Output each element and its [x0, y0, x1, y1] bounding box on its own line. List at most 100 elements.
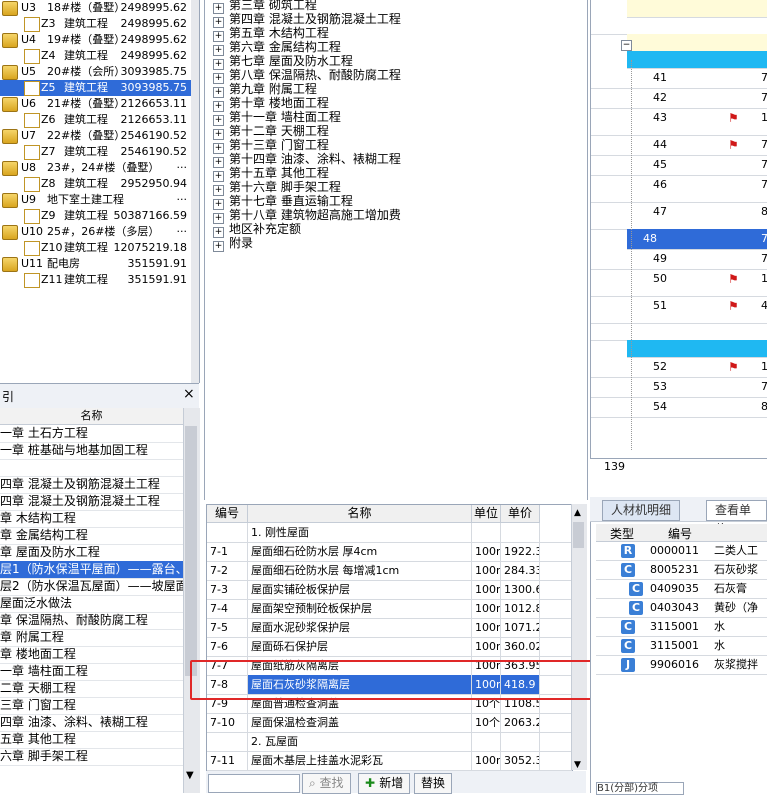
- index-item[interactable]: 章 楼地面工程: [0, 646, 183, 664]
- grid-row[interactable]: [627, 51, 767, 69]
- chapter-item[interactable]: + 第十二章 天棚工程: [213, 124, 329, 140]
- chapter-item[interactable]: + 第十五章 其他工程: [213, 166, 329, 182]
- grid-row[interactable]: 44 7- ⚑: [591, 135, 767, 156]
- resource-row[interactable]: C 0409035 石灰膏: [596, 580, 767, 599]
- grid-row[interactable]: 52 10 ⚑: [591, 357, 767, 378]
- table-row[interactable]: 7-1屋面细石砼防水层 厚4cm100m²1922.3: [207, 542, 572, 562]
- table-row[interactable]: 7-5屋面水泥砂浆保护层100m²1071.2: [207, 618, 572, 638]
- tree-row[interactable]: U6 21#楼（叠墅） 2126653.11: [0, 96, 191, 112]
- tree-row[interactable]: Z3 建筑工程 2498995.62: [0, 16, 191, 32]
- grid-row[interactable]: 42 7-: [591, 88, 767, 109]
- tree-row[interactable]: U8 23#，24#楼（叠墅） ···: [0, 160, 191, 176]
- chapter-item[interactable]: + 第十八章 建筑物超高施工增加费: [213, 208, 401, 224]
- chapter-item[interactable]: + 附录: [213, 236, 253, 252]
- tree-row[interactable]: U7 22#楼（叠墅） 2546190.52: [0, 128, 191, 144]
- scroll-down-arrow-icon[interactable]: ▼: [186, 770, 194, 781]
- index-item[interactable]: 四章 混凝土及钢筋混凝土工程: [0, 476, 183, 494]
- tree-row[interactable]: U10 25#，26#楼（多层） ···: [0, 224, 191, 240]
- tab-resource-detail[interactable]: 人材机明细: [602, 500, 681, 521]
- table-row[interactable]: 7-3屋面实铺砼板保护层100m²1300.6: [207, 580, 572, 600]
- scroll-down-arrow-icon[interactable]: ▼: [574, 760, 581, 770]
- col-header-code[interactable]: 编号: [207, 505, 248, 523]
- tree-row[interactable]: Z10 建筑工程 12075219.18: [0, 240, 191, 256]
- tree-row[interactable]: Z8 建筑工程 2952950.94: [0, 176, 191, 192]
- search-input[interactable]: [208, 774, 300, 793]
- index-item[interactable]: 屋面泛水做法: [0, 595, 183, 613]
- tab-view-price[interactable]: 查看单价: [706, 500, 767, 536]
- chapter-item[interactable]: + 第五章 木结构工程: [213, 26, 329, 42]
- close-icon[interactable]: ×: [183, 386, 195, 402]
- chapter-tree[interactable]: + 第三章 砌筑工程 + 第四章 混凝土及钢筋混凝土工程 + 第五章 木结构工程 + 第六章 …: [204, 0, 588, 500]
- chapter-item[interactable]: + 第十三章 门窗工程: [213, 138, 329, 154]
- tree-row[interactable]: U5 20#楼（会所） 3093985.75: [0, 64, 191, 80]
- tree-row[interactable]: U3 18#楼（叠墅） 2498995.62: [0, 0, 191, 16]
- tree-row[interactable]: Z7 建筑工程 2546190.52: [0, 144, 191, 160]
- grid-row[interactable]: 45 7-: [591, 155, 767, 176]
- chapter-item[interactable]: + 第十六章 脚手架工程: [213, 180, 341, 196]
- grid-row[interactable]: 50 10 ⚑: [591, 269, 767, 297]
- grid-row[interactable]: 48 7-: [627, 229, 767, 250]
- grid-row[interactable]: [591, 17, 767, 35]
- grid-row[interactable]: 47 8-: [591, 202, 767, 230]
- quota-scrollbar-thumb[interactable]: [573, 522, 584, 548]
- index-item[interactable]: 层2（防水保温瓦屋面）——坡屋面: [0, 578, 183, 596]
- index-item[interactable]: 一章 墙柱面工程: [0, 663, 183, 681]
- index-list[interactable]: 一章 土石方工程 一章 桩基础与地基加固工程 四章 混凝土及钢筋混凝土工程 四章 混凝…: [0, 425, 183, 793]
- tree-row[interactable]: U4 19#楼（叠墅） 2498995.62: [0, 32, 191, 48]
- chapter-item[interactable]: + 第六章 金属结构工程: [213, 40, 341, 56]
- grid-row[interactable]: 54 8-: [591, 397, 767, 418]
- index-item[interactable]: 一章 土石方工程: [0, 425, 183, 443]
- chapter-item[interactable]: + 第十一章 墙柱面工程: [213, 110, 341, 126]
- index-item[interactable]: 六章 脚手架工程: [0, 748, 183, 766]
- add-button[interactable]: ✚ 新增: [358, 773, 411, 794]
- resource-row[interactable]: R 0000011 二类人工: [596, 542, 767, 561]
- index-item[interactable]: 二章 天棚工程: [0, 680, 183, 698]
- index-item[interactable]: 五章 其他工程: [0, 731, 183, 749]
- resource-row[interactable]: J 9906016 灰浆搅拌: [596, 656, 767, 675]
- tree-row[interactable]: Z5 建筑工程 3093985.75: [0, 80, 191, 96]
- tree-row[interactable]: Z9 建筑工程 50387166.59: [0, 208, 191, 224]
- grid-row[interactable]: [627, 0, 767, 18]
- col-header-unit[interactable]: 单位: [472, 505, 501, 523]
- grid-row[interactable]: 51 4- ⚑: [591, 296, 767, 324]
- index-item[interactable]: 章 金属结构工程: [0, 527, 183, 545]
- expand-plus-icon[interactable]: +: [213, 241, 224, 252]
- grid-row[interactable]: 46 7-: [591, 175, 767, 203]
- replace-button[interactable]: 替换: [414, 773, 453, 794]
- project-tree[interactable]: U3 18#楼（叠墅） 2498995.62 Z3 建筑工程 2498995.62 U4 19…: [0, 0, 200, 383]
- table-row[interactable]: 7-6屋面砾石保护层100m²360.02: [207, 637, 572, 657]
- collapse-minus-icon[interactable]: −: [621, 40, 632, 51]
- index-item[interactable]: 章 木结构工程: [0, 510, 183, 528]
- index-item[interactable]: 章 保温隔热、耐酸防腐工程: [0, 612, 183, 630]
- chapter-item[interactable]: + 第十四章 油漆、涂料、裱糊工程: [213, 152, 401, 168]
- tree-row[interactable]: Z4 建筑工程 2498995.62: [0, 48, 191, 64]
- table-row[interactable]: 7-11屋面木基层上挂盖水泥彩瓦100m²3052.3: [207, 751, 572, 771]
- index-scrollbar-thumb[interactable]: [185, 426, 197, 676]
- index-item[interactable]: [0, 459, 183, 477]
- grid-row[interactable]: [627, 34, 767, 52]
- table-row[interactable]: 2. 瓦屋面: [207, 732, 572, 752]
- tree-row[interactable]: U9 地下室土建工程 ···: [0, 192, 191, 208]
- tree-row[interactable]: Z6 建筑工程 2126653.11: [0, 112, 191, 128]
- tree-scrollbar[interactable]: [191, 0, 199, 383]
- chapter-item[interactable]: + 第七章 屋面及防水工程: [213, 54, 353, 70]
- chapter-item[interactable]: + 第十章 楼地面工程: [213, 96, 329, 112]
- index-item[interactable]: 一章 桩基础与地基加固工程: [0, 442, 183, 460]
- find-button[interactable]: ⌕ 查找: [302, 773, 351, 794]
- resource-row[interactable]: C 8005231 石灰砂浆: [596, 561, 767, 580]
- index-item[interactable]: 层1（防水保温平屋面）——露台、: [0, 561, 183, 579]
- table-row[interactable]: 1. 刚性屋面: [207, 523, 572, 543]
- table-row[interactable]: 7-10 屋面保温检查洞盖 10个 2063.2: [207, 713, 572, 733]
- tree-row[interactable]: U11 配电房 351591.91: [0, 256, 191, 272]
- col-header-name[interactable]: 名称: [248, 505, 472, 523]
- index-item[interactable]: 章 附属工程: [0, 629, 183, 647]
- resource-row[interactable]: C 3115001 水: [596, 618, 767, 637]
- chapter-item[interactable]: + 第三章 砌筑工程: [213, 0, 317, 14]
- grid-row[interactable]: 49 7-: [591, 249, 767, 270]
- chapter-item[interactable]: + 第八章 保温隔热、耐酸防腐工程: [213, 68, 401, 84]
- index-item[interactable]: 四章 油漆、涂料、裱糊工程: [0, 714, 183, 732]
- index-item[interactable]: 三章 门窗工程: [0, 697, 183, 715]
- scroll-up-arrow-icon[interactable]: ▲: [574, 508, 581, 518]
- grid-row[interactable]: [591, 323, 767, 341]
- tab-subitem[interactable]: B1(分部)分项: [596, 782, 684, 795]
